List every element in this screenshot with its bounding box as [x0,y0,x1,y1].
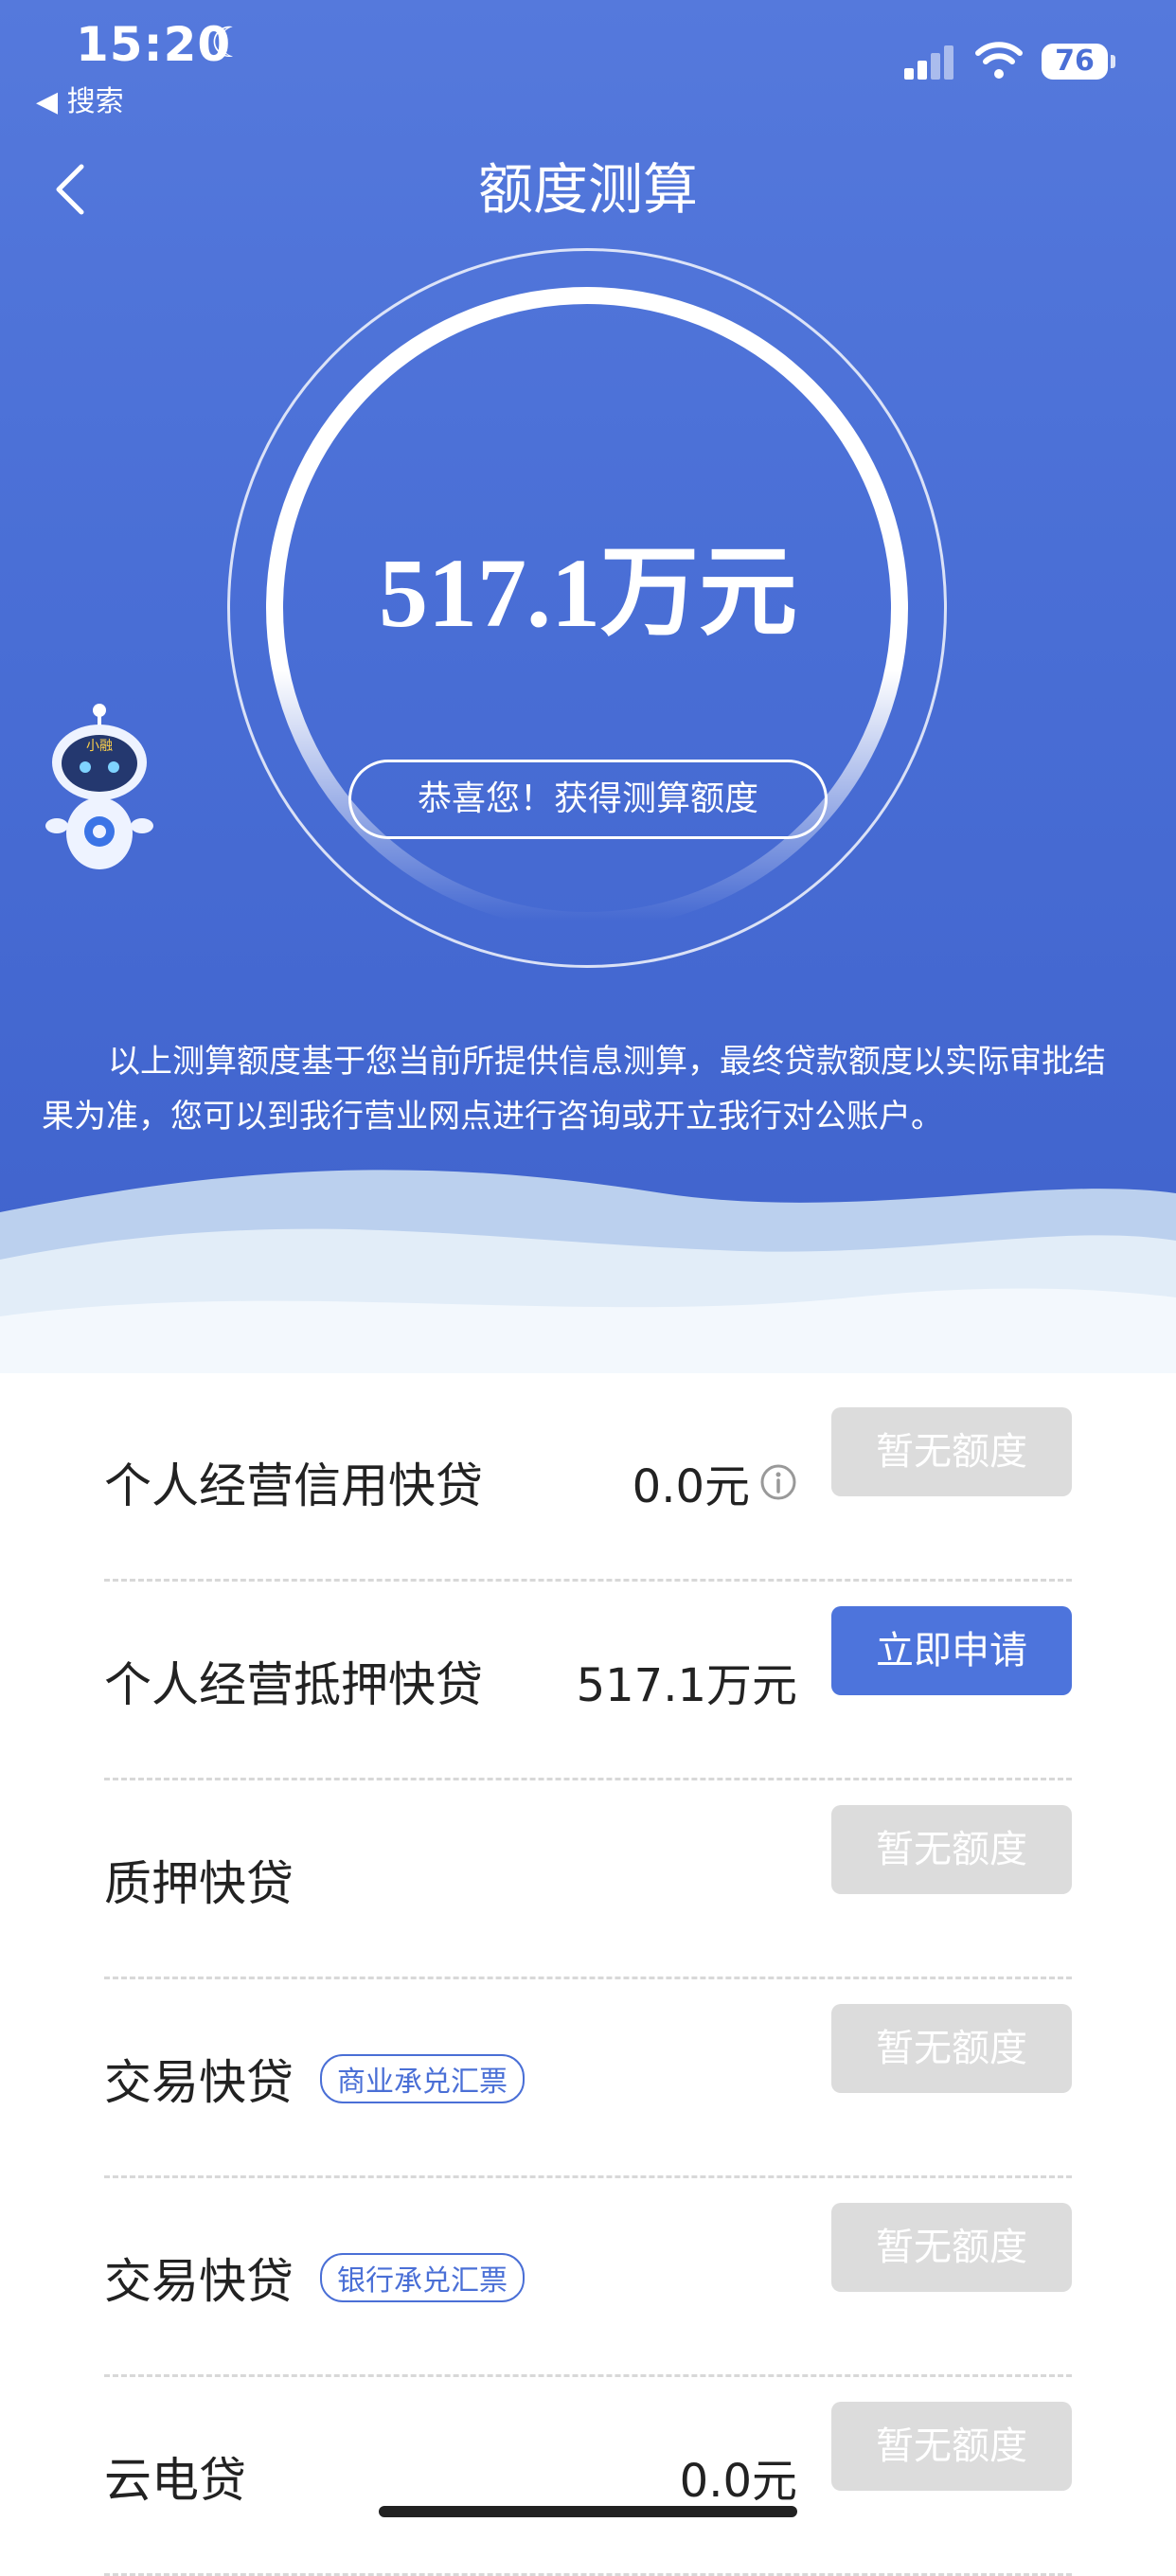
product-name-text: 交易快贷 [104,2254,294,2309]
product-row: 个人经营信用快贷 0.0元 暂无额度 [104,1383,1072,1582]
estimated-amount: 517.1万元 [378,539,797,648]
product-name: 个人经营信用快贷 [104,1383,483,1582]
product-name: 交易快贷 商业承兑汇票 [104,1979,525,2178]
status-bar: 15:20 ☾ ◀ 搜索 76 [0,0,1176,133]
product-amount-text: 517.1万元 [576,1659,797,1712]
moon-icon: ☾ [210,19,248,67]
apply-now-button[interactable]: 立即申请 [831,1606,1072,1695]
product-row: 个人经营抵押快贷 517.1万元 立即申请 [104,1582,1072,1780]
battery-indicator: 76 [1042,44,1108,80]
product-list: 个人经营信用快贷 0.0元 暂无额度 个人经营抵押快贷 517.1万元 立即申请 质押快贷暂… [104,1383,1072,2576]
product-amount-text: 0.0元 [632,1460,750,1513]
no-quota-button[interactable]: 暂无额度 [831,1805,1072,1894]
cellular-signal-icon [904,44,957,80]
no-quota-button[interactable]: 暂无额度 [831,2004,1072,2093]
page-title: 额度测算 [477,157,698,222]
product-name-text: 云电贷 [104,2453,246,2508]
product-amount: 0.0元 [680,2377,797,2576]
product-name-text: 个人经营抵押快贷 [104,1657,483,1712]
wifi-icon [975,42,1023,79]
no-quota-button[interactable]: 暂无额度 [831,1407,1072,1496]
robot-badge-text: 小融 [86,739,113,754]
product-amount-text: 0.0元 [679,2455,797,2508]
back-to-search-link[interactable]: ◀ 搜索 [36,78,124,119]
no-quota-button[interactable]: 暂无额度 [831,2402,1072,2491]
home-indicator [379,2506,797,2517]
product-row: 交易快贷 商业承兑汇票 暂无额度 [104,1979,1072,2178]
no-quota-button[interactable]: 暂无额度 [831,2203,1072,2292]
product-row: 质押快贷 暂无额度 [104,1780,1072,1979]
product-name-text: 个人经营信用快贷 [104,1458,483,1513]
status-time: 15:20 [76,17,232,72]
product-name: 质押快贷 [104,1780,294,1979]
product-row: 云电贷 0.0元 暂无额度 [104,2377,1072,2576]
product-amount: 517.1万元 [577,1582,797,1780]
product-name: 云电贷 [104,2377,246,2576]
product-name: 交易快贷 银行承兑汇票 [104,2178,525,2377]
disclaimer-text: 以上测算额度基于您当前所提供信息测算，最终贷款额度以实际审批结果为准，您可以到我… [42,1043,1106,1136]
robot-mascot-icon: 小融 [45,704,153,869]
product-row: 交易快贷 银行承兑汇票 暂无额度 [104,2178,1072,2377]
product-amount: 0.0元 [633,1383,797,1582]
battery-tip [1111,55,1115,68]
congrats-badge: 恭喜您！获得测算额度 [348,760,828,839]
product-name: 个人经营抵押快贷 [104,1582,483,1780]
product-tag: 商业承兑汇票 [320,2054,525,2103]
info-icon[interactable] [759,1463,797,1501]
product-tag: 银行承兑汇票 [320,2253,525,2302]
product-name-text: 交易快贷 [104,2055,294,2110]
product-name-text: 质押快贷 [104,1856,294,1911]
